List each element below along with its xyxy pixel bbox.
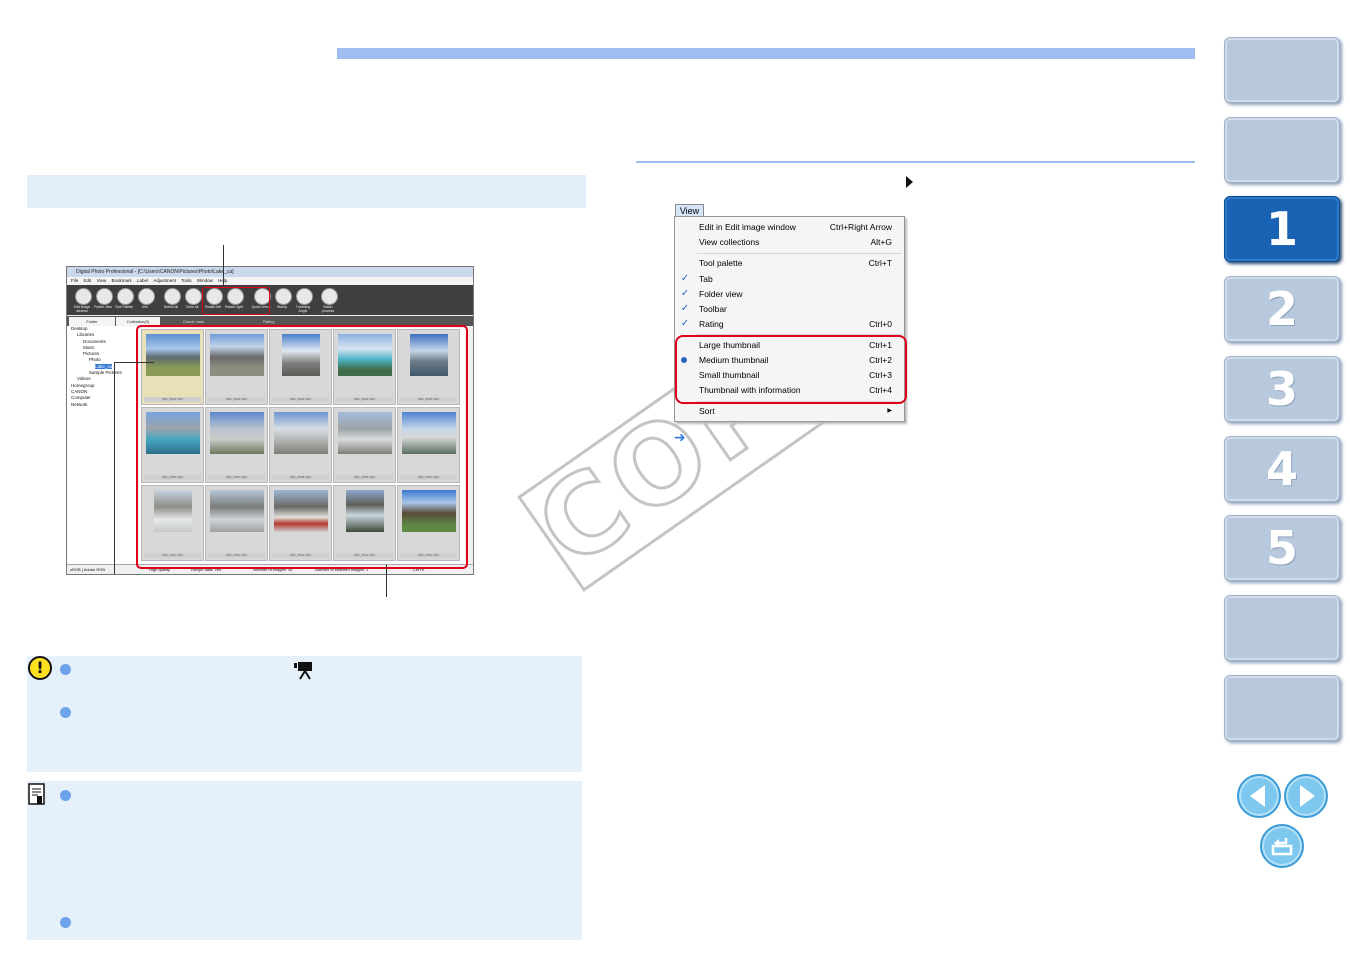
header-rule: [337, 48, 1195, 59]
menu-file[interactable]: File: [71, 278, 78, 283]
bullet-icon: [60, 790, 71, 801]
submenu-arrow-icon: ▶: [887, 408, 892, 414]
menu-adjustment[interactable]: Adjustment: [153, 278, 176, 283]
menu-view[interactable]: View: [97, 278, 107, 283]
check-icon: ✓: [680, 303, 690, 314]
menu-path-arrow-icon: [906, 176, 913, 188]
menu-label[interactable]: Label: [137, 278, 148, 283]
menu-item-folder-view[interactable]: Folder view: [699, 288, 892, 300]
tree-item[interactable]: Network: [67, 402, 137, 408]
return-button[interactable]: [1260, 824, 1304, 868]
callout-line: [386, 565, 387, 597]
menu-item-sort[interactable]: Sort ▶: [699, 405, 892, 417]
check-icon: ✓: [680, 318, 690, 329]
section-rule: [636, 161, 1195, 163]
callout-line: [114, 362, 154, 363]
bullet-icon: [60, 707, 71, 718]
menu-item-toolbar[interactable]: Toolbar: [699, 303, 892, 315]
nav-chapter-5-button[interactable]: 5: [1224, 515, 1340, 581]
menu-bookmark[interactable]: Bookmark: [112, 278, 132, 283]
tab-folder[interactable]: Folder: [69, 317, 115, 326]
reference-arrow-icon: ➜: [674, 430, 686, 446]
menu-edit[interactable]: Edit: [84, 278, 92, 283]
arrow-right-icon: [1300, 785, 1315, 807]
nav-index-button[interactable]: [1224, 675, 1340, 741]
info-icon[interactable]: [138, 288, 155, 305]
note-box: [27, 781, 582, 940]
nav-contents-button[interactable]: [1224, 37, 1340, 103]
menu-item-rating[interactable]: Rating Ctrl+0: [699, 318, 892, 330]
return-icon: [1271, 838, 1293, 856]
menu-item-view-collections[interactable]: View collections Alt+G: [699, 236, 892, 248]
thumbnail-size-highlight: [675, 335, 907, 404]
check-icon: ✓: [680, 273, 690, 284]
menu-item-tab[interactable]: Tab: [699, 273, 892, 285]
nav-chapter-1-button[interactable]: 1: [1224, 196, 1340, 262]
edit-image-window-icon[interactable]: [75, 288, 92, 305]
movie-camera-icon: [292, 659, 318, 681]
menu-window[interactable]: Window: [197, 278, 213, 283]
next-page-button[interactable]: [1284, 774, 1328, 818]
prev-page-button[interactable]: [1237, 774, 1281, 818]
note-icon: [28, 783, 46, 805]
check-icon: ✓: [680, 288, 690, 299]
batch-process-icon[interactable]: [321, 288, 338, 305]
nav-chapter-3-button[interactable]: 3: [1224, 356, 1340, 422]
bullet-icon: [60, 664, 71, 675]
nav-reference-button[interactable]: [1224, 595, 1340, 661]
nav-chapter-2-button[interactable]: 2: [1224, 276, 1340, 342]
menu-item-tool-palette[interactable]: Tool palette Ctrl+T: [699, 257, 892, 269]
menu-item-edit-in-edit-window[interactable]: Edit in Edit image window Ctrl+Right Arro…: [699, 221, 892, 233]
bullet-icon: [60, 917, 71, 928]
trimming-icon[interactable]: [296, 288, 313, 305]
arrow-left-icon: [1250, 785, 1265, 807]
caution-icon: !: [28, 656, 52, 680]
tool-palette-icon[interactable]: [117, 288, 134, 305]
subheading-band: [27, 175, 586, 208]
app-toolbar: Edit image window Folder view Tool Palet…: [67, 285, 473, 315]
callout-line: [223, 245, 224, 287]
window-title: Digital Photo Professional - [C:\Users\C…: [67, 267, 473, 277]
thumbnail-area-highlight: [136, 325, 468, 569]
rotate-buttons-highlight: [202, 287, 270, 315]
nav-chapter-4-button[interactable]: 4: [1224, 436, 1340, 502]
stamp-icon[interactable]: [275, 288, 292, 305]
app-menubar: File Edit View Bookmark Label Adjustment…: [67, 277, 473, 285]
menu-tools[interactable]: Tools: [181, 278, 192, 283]
callout-line: [114, 362, 115, 574]
folder-view-icon[interactable]: [96, 288, 113, 305]
nav-intro-button[interactable]: [1224, 117, 1340, 183]
select-all-icon[interactable]: [164, 288, 181, 305]
clear-all-icon[interactable]: [185, 288, 202, 305]
menu-separator: [697, 253, 902, 254]
